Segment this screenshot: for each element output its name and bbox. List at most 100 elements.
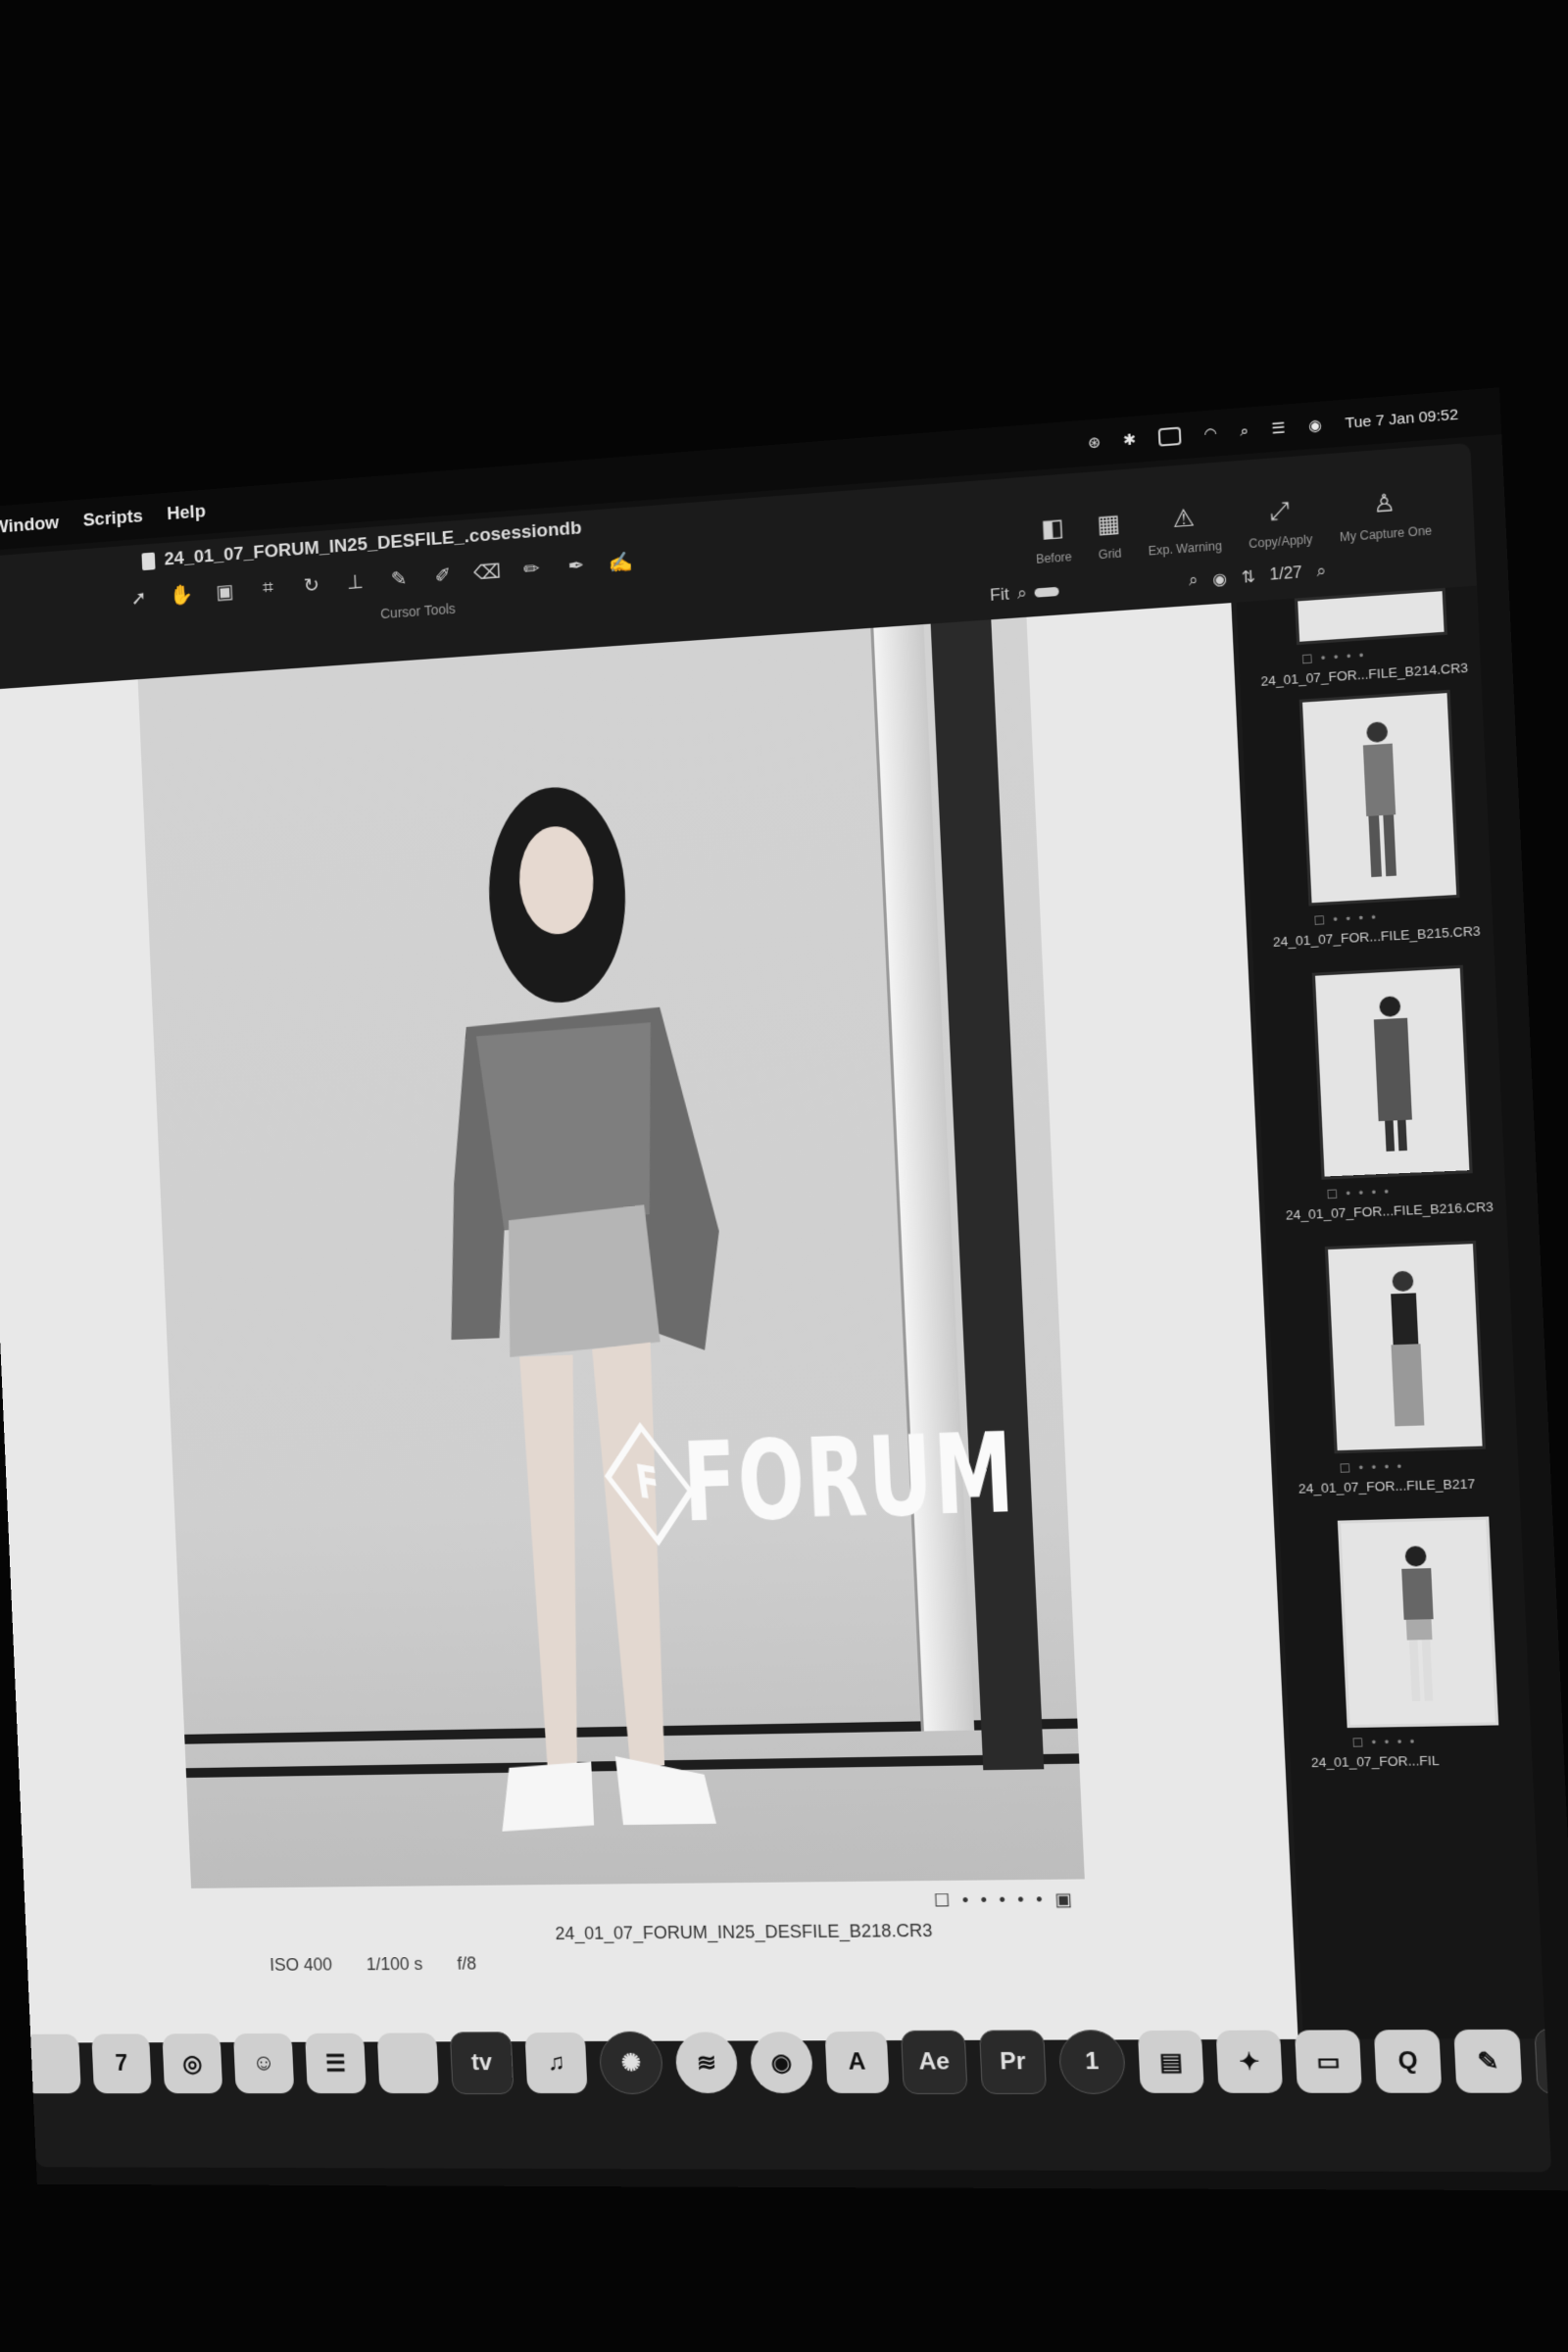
after-effects-icon[interactable]: Ae bbox=[900, 2030, 968, 2094]
annotate-icon[interactable]: ✍ bbox=[606, 548, 636, 575]
menu-window[interactable]: Window bbox=[0, 513, 60, 539]
battery-icon[interactable] bbox=[1157, 426, 1182, 447]
rating-dots[interactable]: ☐•••••▣ bbox=[933, 1889, 1085, 1912]
thumbnail-label: 24_01_07_FOR...FIL bbox=[1310, 1752, 1440, 1771]
capture-one-window: 24_01_07_FORUM_IN25_DESFILE_.cosessiondb… bbox=[0, 442, 1552, 2173]
filter-icon[interactable]: ⌕ bbox=[1316, 563, 1326, 581]
thumbnail-image-selected[interactable] bbox=[1337, 1516, 1499, 1729]
thumbnail-rating[interactable]: ☐•••• bbox=[1326, 1181, 1484, 1202]
safari-icon[interactable]: ✺ bbox=[598, 2031, 664, 2094]
photoshop-icon[interactable]: Ps bbox=[1534, 2028, 1552, 2094]
my-capture-one-button[interactable]: ♙ My Capture One bbox=[1338, 487, 1433, 545]
viewer-filename: 24_01_07_FORUM_IN25_DESFILE_B218.CR3 bbox=[555, 1920, 933, 1944]
rotate-icon[interactable]: ↻ bbox=[297, 571, 326, 599]
my-capture-one-label: My Capture One bbox=[1339, 523, 1433, 545]
control-center-icon[interactable]: ☰ bbox=[1271, 418, 1286, 438]
thumbnail-rating[interactable]: ☐•••• bbox=[1339, 1457, 1497, 1476]
browser-controls: ⌕ ◉ ⇅ 1/27 ⌕ bbox=[1189, 562, 1327, 592]
dock-app-icon[interactable] bbox=[21, 2034, 81, 2094]
thumbnail-item[interactable]: ☐•••• 24_01_07_FOR...FILE_B216.CR3 bbox=[1275, 964, 1494, 1223]
reminders-icon[interactable]: ☰ bbox=[305, 2033, 367, 2094]
menu-scripts[interactable]: Scripts bbox=[82, 506, 143, 531]
bluetooth-icon[interactable]: ✱ bbox=[1123, 430, 1137, 449]
siri-icon[interactable]: ◉ bbox=[1308, 416, 1323, 435]
notes-icon[interactable] bbox=[376, 2033, 439, 2094]
premiere-icon[interactable]: Pr bbox=[978, 2030, 1048, 2094]
copy-apply-label: Copy/Apply bbox=[1248, 532, 1313, 552]
crop-icon[interactable]: ⌗ bbox=[254, 574, 283, 602]
before-label: Before bbox=[1035, 549, 1073, 566]
thumbnail-image[interactable] bbox=[1324, 1240, 1486, 1454]
textedit-icon[interactable]: ✎ bbox=[1453, 2029, 1523, 2093]
zoom-slider[interactable] bbox=[1034, 586, 1060, 598]
search-icon[interactable]: ⌕ bbox=[1240, 422, 1250, 440]
spotify-icon[interactable]: ≋ bbox=[674, 2032, 739, 2093]
thumbnail-label: 24_01_07_FOR...FILE_B214.CR3 bbox=[1260, 660, 1469, 689]
model-figure bbox=[436, 783, 725, 1832]
preview-icon[interactable]: ▭ bbox=[1294, 2030, 1362, 2093]
thumbnail-image[interactable] bbox=[1298, 689, 1460, 906]
thumbnail-image[interactable] bbox=[1311, 964, 1473, 1180]
quicktime-icon[interactable]: Q bbox=[1373, 2030, 1443, 2093]
menu-help[interactable]: Help bbox=[167, 501, 206, 525]
thumbnail-item[interactable]: ☐•••• 24_01_07_FOR...FILE_B217 bbox=[1288, 1240, 1498, 1496]
keystone-icon[interactable]: ⊥ bbox=[340, 568, 369, 596]
music-icon[interactable]: ♫ bbox=[524, 2032, 588, 2094]
gradient-icon[interactable]: ✏ bbox=[516, 555, 547, 582]
thumbnail-label: 24_01_07_FOR...FILE_B217 bbox=[1298, 1476, 1476, 1496]
heal-icon[interactable]: ✒ bbox=[562, 552, 592, 579]
browser-search-icon[interactable]: ⌕ bbox=[1189, 572, 1199, 591]
iso-value: ISO 400 bbox=[269, 1954, 333, 1975]
dock: 7 ◎ ☺ ☰ tv ♫ ✺ ≋ ◉ A Ae Pr 1 ▤ ✦ ▭ Q ✎ P… bbox=[21, 2018, 1552, 2151]
grid-button[interactable]: ▦ Grid bbox=[1097, 510, 1122, 562]
exif-row: ISO 400 1/100 s f/8 bbox=[270, 1954, 477, 1976]
eye-icon[interactable]: ◉ bbox=[1212, 568, 1228, 590]
files-icon[interactable]: ▤ bbox=[1137, 2030, 1204, 2093]
thumbnail-item[interactable]: ☐•••• 24_01_07_FOR...FILE_B215.CR3 bbox=[1262, 689, 1481, 950]
menu-clock[interactable]: Tue 7 Jan 09:52 bbox=[1345, 406, 1458, 432]
before-button[interactable]: ◧ Before bbox=[1034, 514, 1072, 566]
app-store-icon[interactable]: A bbox=[824, 2031, 890, 2093]
thumbnail-figure bbox=[1401, 1545, 1434, 1701]
thumbnail-item[interactable]: ☐•••• 24_01_07_FOR...FIL bbox=[1300, 1516, 1512, 1770]
shutter-value: 1/100 s bbox=[366, 1953, 423, 1975]
menu-list: Window Scripts Help bbox=[0, 501, 206, 541]
thumbnail-label: 24_01_07_FOR...FILE_B215.CR3 bbox=[1272, 923, 1481, 950]
copy-apply-button[interactable]: ⤢ Copy/Apply bbox=[1247, 496, 1313, 552]
warning-icon: ⚠ bbox=[1171, 504, 1196, 534]
thumbnail-label: 24_01_07_FOR...FILE_B216.CR3 bbox=[1285, 1199, 1494, 1223]
document-icon bbox=[141, 552, 156, 571]
select-cursor-icon[interactable]: ➚ bbox=[124, 584, 154, 611]
acrobat-icon[interactable]: ✦ bbox=[1215, 2030, 1284, 2093]
zoom-control[interactable]: Fit ⌕ bbox=[990, 581, 1060, 606]
image-counter: 1/27 bbox=[1269, 564, 1303, 584]
brush-icon[interactable]: ✐ bbox=[428, 562, 459, 589]
cursor-tools-label: Cursor Tools bbox=[379, 600, 457, 622]
image-viewer[interactable]: F FORUM ☐•••••▣ 24_01_07_FORUM_IN25_DESF… bbox=[0, 603, 1298, 2043]
thumbnail-rating[interactable]: ☐•••• bbox=[1351, 1734, 1510, 1750]
control-icon[interactable]: ⊛ bbox=[1088, 433, 1102, 452]
pan-hand-icon[interactable]: ✋ bbox=[168, 581, 197, 609]
aperture-value: f/8 bbox=[457, 1953, 477, 1974]
podcasts-icon[interactable]: ◉ bbox=[749, 2032, 814, 2093]
grid-icon: ▦ bbox=[1096, 510, 1121, 539]
forum-logo: F FORUM bbox=[604, 1409, 1018, 1547]
laptop-screen: Window Scripts Help ⊛ ✱ ◠ ⌕ ☰ ◉ Tue 7 Ja… bbox=[0, 387, 1568, 2191]
thumbnail-image[interactable] bbox=[1294, 587, 1447, 646]
capture-one-icon[interactable]: 1 bbox=[1057, 2030, 1127, 2094]
exp-warning-button[interactable]: ⚠ Exp. Warning bbox=[1147, 503, 1222, 559]
sort-icon[interactable]: ⇅ bbox=[1241, 566, 1255, 588]
thumbnail-item[interactable]: ☐•••• 24_01_07_FOR...FILE_B214.CR3 bbox=[1257, 587, 1469, 689]
eraser-icon[interactable]: ⌫ bbox=[472, 559, 503, 586]
maps-icon[interactable]: ◎ bbox=[162, 2034, 223, 2094]
loupe-icon[interactable]: ▣ bbox=[211, 578, 240, 606]
zoom-label: Fit bbox=[989, 584, 1010, 606]
contacts-icon[interactable]: ☺ bbox=[233, 2033, 295, 2094]
apple-tv-icon[interactable]: tv bbox=[449, 2032, 514, 2095]
picker-icon[interactable]: ✎ bbox=[384, 564, 414, 592]
wifi-icon[interactable]: ◠ bbox=[1203, 424, 1218, 444]
calendar-icon[interactable]: 7 bbox=[91, 2034, 152, 2094]
before-icon: ◧ bbox=[1040, 514, 1065, 543]
copy-apply-icon: ⤢ bbox=[1268, 497, 1291, 526]
thumbnail-figure bbox=[1373, 996, 1412, 1152]
